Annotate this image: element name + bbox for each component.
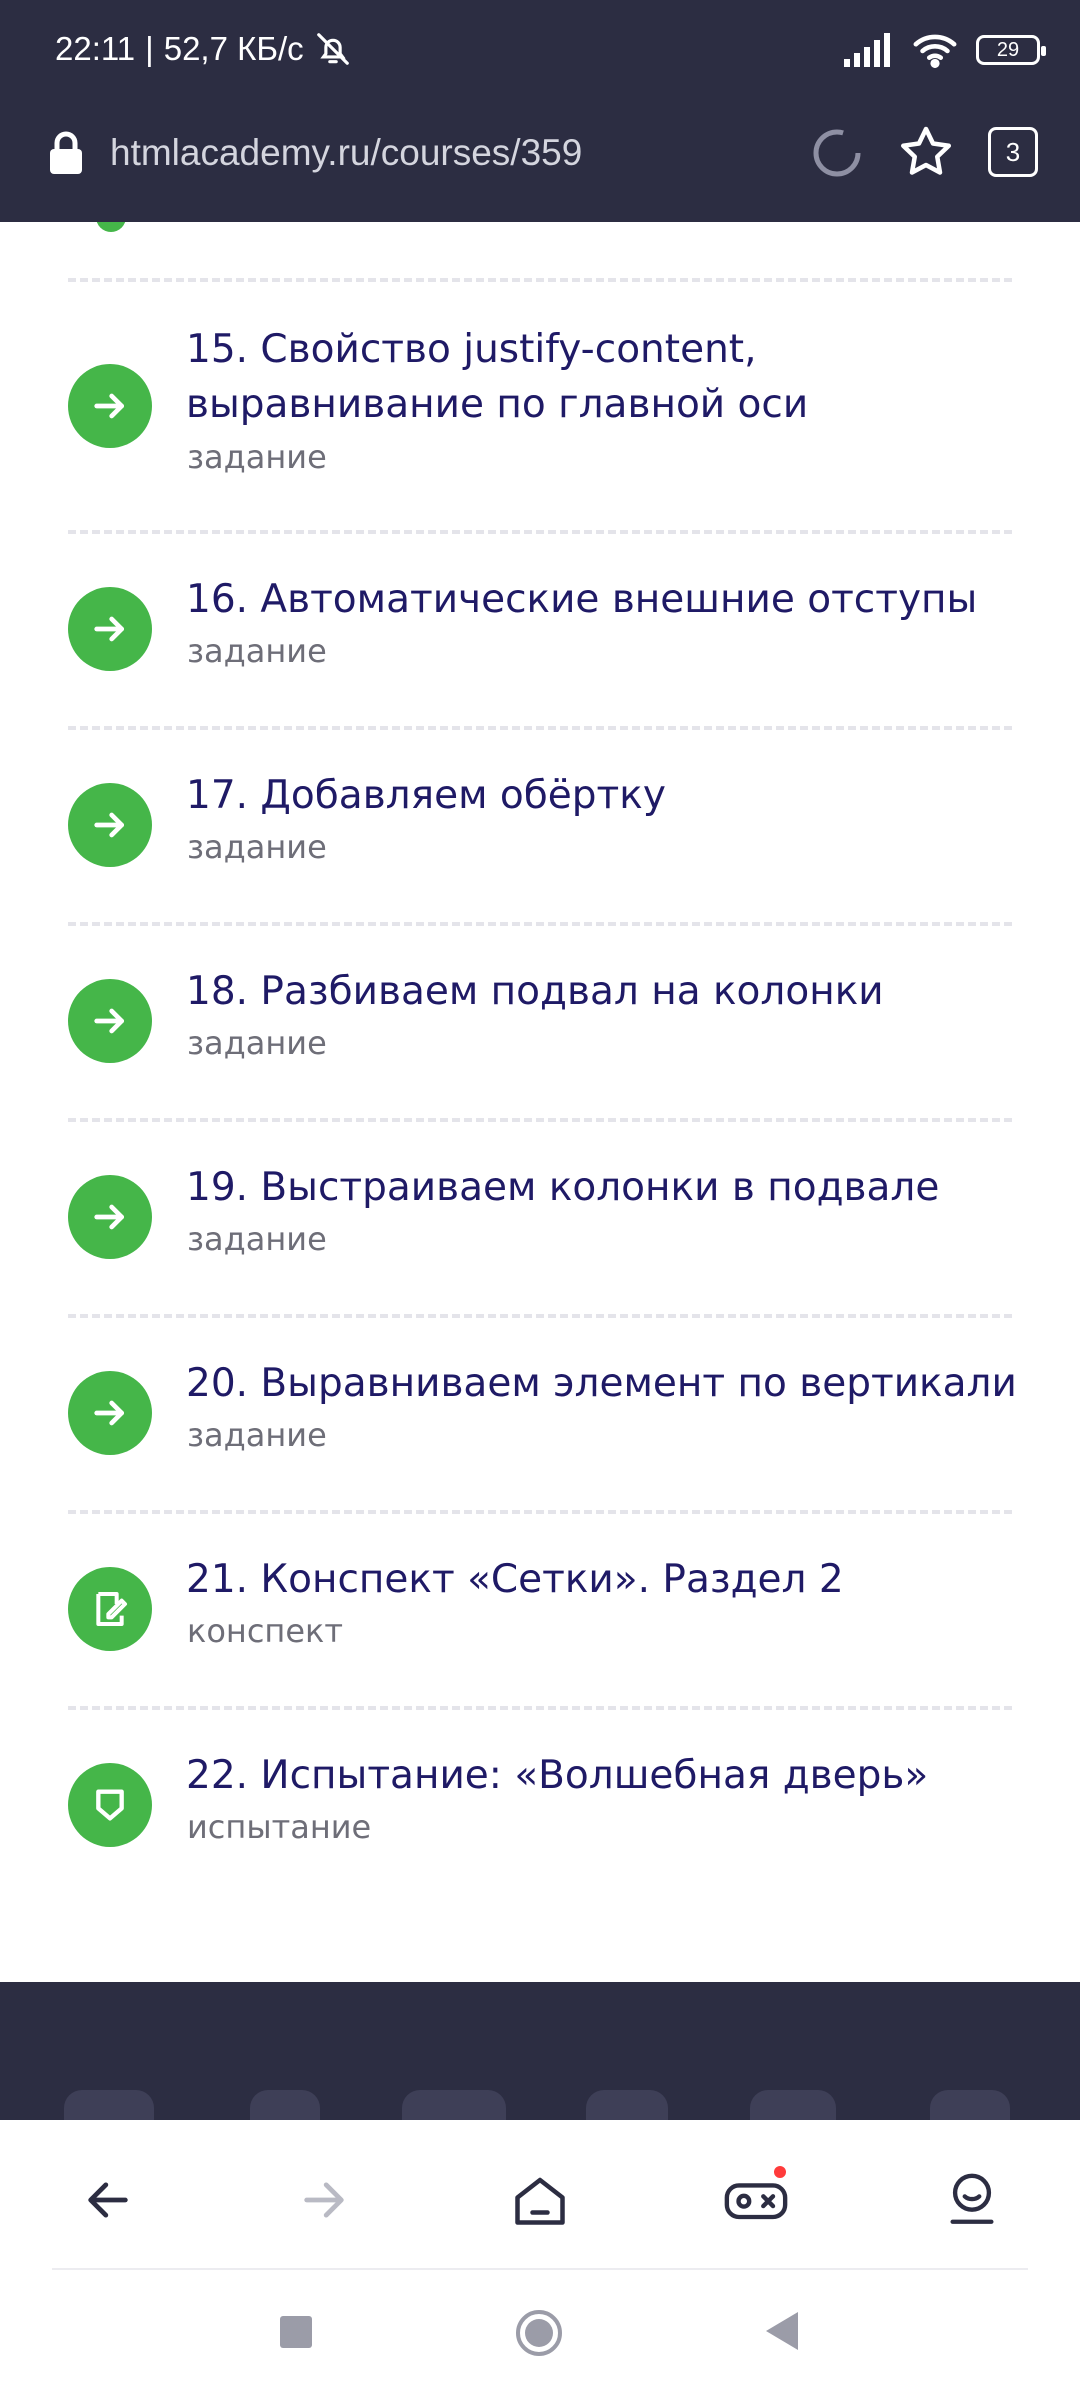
arrow-right-icon bbox=[94, 616, 124, 642]
lesson-title[interactable]: 15. Свойство justify-content, выравниван… bbox=[186, 322, 1026, 432]
games-button[interactable] bbox=[716, 2160, 796, 2240]
divider bbox=[68, 1706, 1012, 1710]
home-button[interactable] bbox=[500, 2160, 580, 2240]
forward-button[interactable] bbox=[284, 2160, 364, 2240]
status-bar: 22:11 | 52,7 КБ/с 29 bbox=[0, 0, 1080, 106]
facebook-icon[interactable] bbox=[250, 2090, 320, 2122]
system-navigation-bar bbox=[0, 2270, 1080, 2400]
url-text[interactable]: htmlacademy.ru/courses/359 bbox=[110, 132, 582, 174]
lesson-status-circle bbox=[68, 587, 152, 671]
wifi-icon bbox=[913, 34, 957, 68]
lock-icon bbox=[50, 131, 82, 174]
back-button[interactable] bbox=[68, 2160, 148, 2240]
lesson-title[interactable]: 19. Выстраиваем колонки в подвале bbox=[186, 1160, 1026, 1215]
battery-level: 29 bbox=[996, 38, 1020, 61]
arrow-right-icon bbox=[94, 393, 124, 419]
reload-icon[interactable] bbox=[808, 124, 866, 182]
lesson-status-circle bbox=[68, 1763, 152, 1847]
bookmark-star-icon[interactable] bbox=[896, 122, 956, 182]
circle-icon bbox=[516, 2310, 562, 2356]
youtube-icon[interactable] bbox=[402, 2090, 506, 2122]
system-back-button[interactable] bbox=[762, 2310, 800, 2356]
status-left: 22:11 | 52,7 КБ/с bbox=[55, 30, 352, 68]
arrow-right-icon bbox=[94, 1204, 124, 1230]
notification-dot bbox=[772, 2164, 788, 2180]
divider bbox=[68, 1118, 1012, 1122]
lesson-title[interactable]: 21. Конспект «Сетки». Раздел 2 bbox=[186, 1552, 1026, 1607]
mute-bell-icon bbox=[316, 33, 349, 65]
lesson-type: задание bbox=[187, 632, 327, 670]
divider bbox=[68, 1314, 1012, 1318]
lesson-title[interactable]: 22. Испытание: «Волшебная дверь» bbox=[186, 1748, 1026, 1803]
divider bbox=[68, 278, 1012, 282]
site-footer bbox=[0, 1982, 1080, 2122]
lesson-status-circle bbox=[68, 1567, 152, 1651]
vk-icon[interactable] bbox=[64, 2090, 154, 2122]
lesson-type: задание bbox=[187, 1416, 327, 1454]
lesson-type: задание bbox=[187, 828, 327, 866]
divider bbox=[68, 1510, 1012, 1514]
system-home-button[interactable] bbox=[514, 2308, 564, 2362]
lesson-type: испытание bbox=[187, 1808, 372, 1846]
divider bbox=[68, 530, 1012, 534]
status-separator: | bbox=[145, 30, 154, 67]
status-network-speed: 52,7 КБ/с bbox=[163, 30, 304, 67]
note-edit-icon bbox=[96, 1592, 127, 1626]
divider bbox=[68, 922, 1012, 926]
divider bbox=[68, 726, 1012, 730]
lesson-status-circle bbox=[68, 364, 152, 448]
shield-icon bbox=[96, 1789, 124, 1821]
lesson-type: задание bbox=[187, 1220, 327, 1258]
status-time: 22:11 bbox=[55, 30, 136, 67]
arrow-left-icon bbox=[88, 2182, 128, 2218]
telegram-icon[interactable] bbox=[930, 2090, 1010, 2122]
lesson-status-circle bbox=[68, 1175, 152, 1259]
partial-lesson-icon bbox=[96, 222, 126, 232]
lesson-type: задание bbox=[187, 438, 327, 476]
lesson-type: задание bbox=[187, 1024, 327, 1062]
lesson-status-circle bbox=[68, 979, 152, 1063]
home-icon bbox=[515, 2177, 565, 2225]
url-bar[interactable]: htmlacademy.ru/courses/359 3 bbox=[0, 110, 1080, 220]
arrow-right-icon bbox=[304, 2182, 344, 2218]
browser-bottom-nav bbox=[0, 2120, 1080, 2270]
lesson-title[interactable]: 18. Разбиваем подвал на колонки bbox=[186, 964, 1026, 1019]
battery-indicator: 29 bbox=[976, 35, 1046, 65]
lesson-title[interactable]: 16. Автоматические внешние отступы bbox=[186, 572, 1026, 627]
tabs-counter[interactable]: 3 bbox=[988, 127, 1038, 177]
lesson-title[interactable]: 17. Добавляем обёртку bbox=[186, 768, 1026, 823]
arrow-right-icon bbox=[94, 812, 124, 838]
signal-icon bbox=[844, 33, 890, 67]
twitter-icon[interactable] bbox=[586, 2090, 668, 2122]
course-lessons-list: 15. Свойство justify-content, выравниван… bbox=[0, 222, 1080, 1982]
lesson-status-circle bbox=[68, 1371, 152, 1455]
status-right: 29 bbox=[844, 32, 1046, 68]
browser-header: 22:11 | 52,7 КБ/с 29 htmlacademy.ru/cour… bbox=[0, 0, 1080, 222]
recents-button[interactable] bbox=[278, 2314, 314, 2354]
lesson-title[interactable]: 20. Выравниваем элемент по вертикали bbox=[186, 1356, 1026, 1411]
profile-button[interactable] bbox=[932, 2160, 1012, 2240]
tabs-count-label: 3 bbox=[1005, 136, 1021, 167]
lesson-type: конспект bbox=[187, 1612, 343, 1650]
square-icon bbox=[280, 2316, 312, 2348]
blog-icon[interactable] bbox=[750, 2090, 836, 2122]
arrow-right-icon bbox=[94, 1008, 124, 1034]
arrow-right-icon bbox=[94, 1400, 124, 1426]
profile-icon bbox=[950, 2173, 994, 2224]
triangle-back-icon bbox=[766, 2312, 798, 2350]
lesson-status-circle bbox=[68, 783, 152, 867]
